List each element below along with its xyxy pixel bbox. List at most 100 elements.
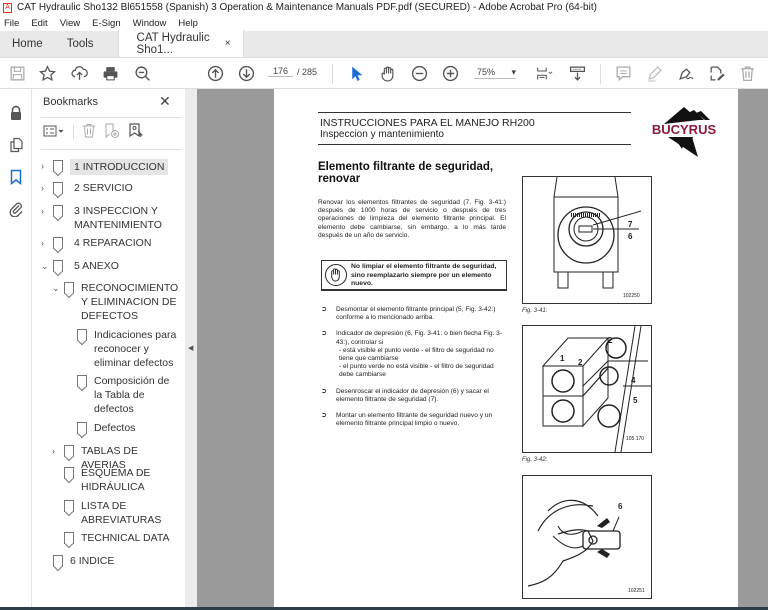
sign-pen-icon[interactable] <box>676 64 694 82</box>
bookmark-panel-icon[interactable] <box>8 169 24 186</box>
step-text: Desenroscar el indicador de depresión (6… <box>336 387 489 403</box>
figure-caption: Fig. 3-41: <box>522 308 548 314</box>
comment-icon[interactable] <box>614 64 632 82</box>
expand-chevron-icon[interactable]: › <box>41 159 53 175</box>
menu-file[interactable]: File <box>4 18 19 29</box>
figure-3-42: 1 2 2 4 5 105 170 <box>522 325 652 453</box>
bookmark-label: 1 INTRODUCCION <box>70 159 169 175</box>
new-bookmark-icon[interactable] <box>104 123 120 141</box>
delete-bookmark-icon[interactable] <box>82 123 96 141</box>
warning-box: No limpiar el elemento filtrante de segu… <box>321 260 507 291</box>
zoom-out-search-icon[interactable] <box>133 64 151 82</box>
save-icon[interactable] <box>8 64 26 82</box>
bookmark-label: Indicaciones para reconocer y eliminar d… <box>94 329 177 369</box>
warning-text: No limpiar el elemento filtrante de segu… <box>351 263 497 287</box>
page-number-input[interactable]: 176 <box>268 66 293 77</box>
document-header-subtitle: Inspeccion y mantenimiento <box>320 129 444 140</box>
collapse-panel-arrow-icon[interactable]: ◀ <box>188 344 193 352</box>
filter-boxes-illustration <box>541 325 651 453</box>
bookmark-icon <box>53 237 63 249</box>
fit-page-icon[interactable] <box>532 64 556 82</box>
tab-home[interactable]: Home <box>0 30 55 57</box>
expand-chevron-icon[interactable]: › <box>52 444 64 472</box>
highlight-pen-icon[interactable] <box>645 64 663 82</box>
bookmark-item[interactable]: › 4 REPARACION <box>41 236 151 250</box>
menu-view[interactable]: View <box>60 18 80 29</box>
bookmark-item[interactable]: › 2 SERVICIO <box>41 181 133 195</box>
tab-document[interactable]: CAT Hydraulic Sho1... × <box>117 30 244 57</box>
tab-tools[interactable]: Tools <box>55 30 106 57</box>
tab-close-icon[interactable]: × <box>225 38 231 49</box>
figure-3-41: 7 6 102250 <box>522 176 652 304</box>
previous-page-icon[interactable] <box>206 64 224 82</box>
bookmark-item[interactable]: ⌄ 5 ANEXO <box>41 259 119 273</box>
delete-icon[interactable] <box>738 64 756 82</box>
bookmarks-tools <box>43 123 144 141</box>
next-page-icon[interactable] <box>237 64 255 82</box>
bookmark-label: 3 INSPECCION Y MANTENIMIENTO <box>74 205 162 231</box>
header-rule <box>318 144 631 145</box>
hand-tool-icon[interactable] <box>378 64 396 82</box>
bookmark-item[interactable]: Composición de la Tabla de defectos <box>77 374 182 416</box>
bookmark-item[interactable]: ESQUEMA DE HIDRÁULICA <box>64 466 174 494</box>
intro-paragraph: Renovar los elementos filtrantes de segu… <box>318 199 506 239</box>
star-icon[interactable] <box>38 64 56 82</box>
divider <box>41 149 181 150</box>
edit-document-icon[interactable] <box>707 64 725 82</box>
bookmark-item[interactable]: LISTA DE ABREVIATURAS <box>64 499 174 527</box>
page-total: / 285 <box>297 67 318 77</box>
header-rule <box>318 112 631 113</box>
step-item: ➲ Desenroscar el indicador de depresión (… <box>321 388 506 404</box>
step-text: Desmontar el elemento filtrante principa… <box>336 306 496 322</box>
select-cursor-icon[interactable] <box>347 64 365 82</box>
bookmark-label: 5 ANEXO <box>74 260 119 272</box>
figure-3-43: 6 102251 <box>522 475 652 599</box>
bookmark-icon <box>64 445 74 457</box>
zoom-level-select[interactable]: 75% ▾ <box>474 67 516 79</box>
bookmark-item[interactable]: › 3 INSPECCION Y MANTENIMIENTO <box>41 204 181 232</box>
bookmark-icon <box>53 205 63 217</box>
document-viewer[interactable]: INSTRUCCIONES PARA EL MANEJO RH200 Inspe… <box>197 89 768 607</box>
figure-callout: 7 <box>628 220 633 229</box>
print-icon[interactable] <box>101 64 119 82</box>
step-text: Indicador de depresión (6, Fig. 3-41: o … <box>336 330 503 346</box>
bookmark-item[interactable]: TECHNICAL DATA <box>64 531 169 545</box>
figure-callout: 5 <box>633 396 638 405</box>
upload-cloud-icon[interactable] <box>70 64 88 82</box>
bookmark-item[interactable]: › 1 INTRODUCCION <box>41 159 169 175</box>
menu-edit[interactable]: Edit <box>31 18 47 29</box>
expand-chevron-icon[interactable]: › <box>41 181 53 195</box>
panel-splitter[interactable]: ◀ <box>185 89 197 607</box>
figure-callout: 4 <box>631 376 636 385</box>
arrow-bullet-icon: ➲ <box>321 412 327 420</box>
bookmark-icon <box>64 500 74 512</box>
steps-list: ➲ Desmontar el elemento filtrante princip… <box>321 306 506 436</box>
scroll-mode-icon[interactable] <box>568 64 586 82</box>
attachment-icon[interactable] <box>8 201 24 218</box>
menu-esign[interactable]: E-Sign <box>92 18 121 29</box>
zoom-in-icon[interactable] <box>441 64 459 82</box>
bookmark-item[interactable]: 6 INDICE <box>53 554 114 568</box>
bookmark-label: RECONOCIMIENTO Y ELIMINACION DE DEFECTOS <box>81 282 179 322</box>
expand-chevron-icon[interactable]: › <box>41 204 53 232</box>
bookmarks-title: Bookmarks <box>43 96 99 108</box>
bookmark-icon <box>53 182 63 194</box>
window-title: CAT Hydraulic Sho132 Bl651558 (Spanish) … <box>17 2 597 13</box>
bookmark-item[interactable]: Indicaciones para reconocer y eliminar d… <box>77 328 182 370</box>
bookmark-label: Defectos <box>94 422 136 434</box>
collapse-chevron-icon[interactable]: ⌄ <box>41 259 53 273</box>
zoom-out-icon[interactable] <box>410 64 428 82</box>
close-panel-icon[interactable]: ✕ <box>159 93 171 110</box>
collapse-chevron-icon[interactable]: ⌄ <box>52 281 64 323</box>
bookmark-icon <box>64 467 74 479</box>
bookmark-item[interactable]: Defectos <box>77 421 135 435</box>
menu-window[interactable]: Window <box>133 18 167 29</box>
pages-thumbnail-icon[interactable] <box>8 137 24 153</box>
lock-icon[interactable] <box>8 105 24 121</box>
expand-chevron-icon[interactable]: › <box>41 236 53 250</box>
bucyrus-logo: BUCYRUS <box>644 107 724 157</box>
menu-help[interactable]: Help <box>178 18 198 29</box>
bookmark-from-selection-icon[interactable] <box>128 123 144 141</box>
bookmark-item[interactable]: ⌄ RECONOCIMIENTO Y ELIMINACION DE DEFECTO… <box>52 281 182 323</box>
bookmark-options-icon[interactable] <box>43 124 65 141</box>
